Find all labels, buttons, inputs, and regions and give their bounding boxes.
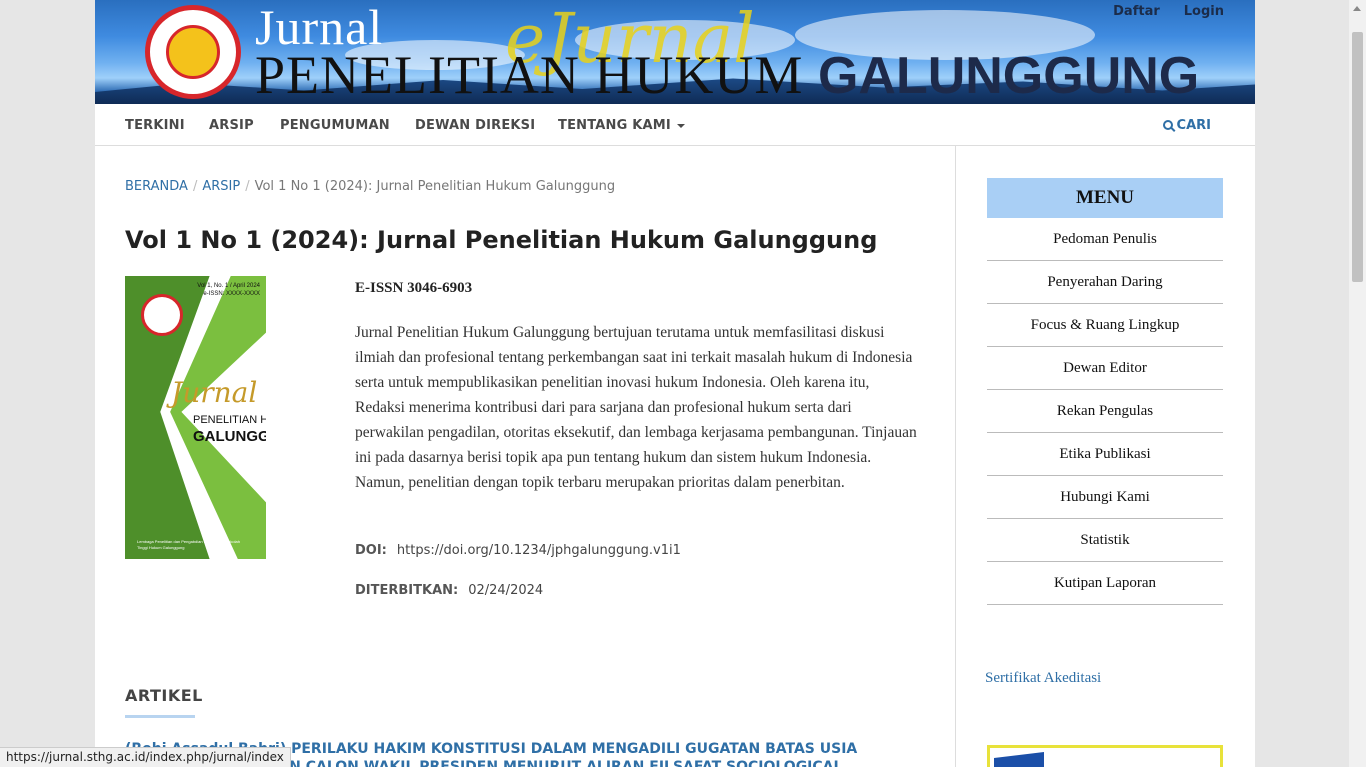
- nav-item-dewan-direksi[interactable]: DEWAN DIREKSI: [415, 118, 535, 133]
- scrollbar-thumb[interactable]: [1352, 32, 1363, 282]
- badge-graphic: [994, 752, 1044, 767]
- certificate-heading: Sertifikat Akeditasi: [985, 670, 1102, 686]
- published-row: DITERBITKAN: 02/24/2024: [355, 583, 543, 598]
- primary-nav: TERKINI ARSIP PENGUMUMAN DEWAN DIREKSI T…: [95, 104, 1255, 146]
- page: eJurnal Jurnal PENELITIAN HUKUM GALUNGGU…: [95, 0, 1255, 767]
- sidebar-item-kutipan-laporan[interactable]: Kutipan Laporan: [987, 562, 1223, 605]
- search-icon: [1162, 120, 1173, 130]
- issn-text: E-ISSN 3046-6903: [355, 280, 473, 296]
- issue-cover-image[interactable]: Vol 1, No. 1 / April 2024 e-ISSN: XXXX-X…: [125, 276, 266, 559]
- breadcrumb-separator: /: [192, 179, 198, 194]
- sidebar-menu-title: MENU: [987, 178, 1223, 218]
- sidebar-item-penyerahan-daring[interactable]: Penyerahan Daring: [987, 261, 1223, 304]
- institution-logo[interactable]: [145, 5, 241, 99]
- sidebar-item-pedoman-penulis[interactable]: Pedoman Penulis: [987, 218, 1223, 261]
- cover-logo: [141, 294, 183, 336]
- login-link[interactable]: Login: [1184, 4, 1224, 19]
- banner-title-main: PENELITIAN HUKUM GALUNGGUNG: [255, 44, 1199, 104]
- cover-publisher: Lembaga Penelitian dan Pengabdian Masyar…: [137, 539, 240, 550]
- nav-item-tentang-kami-label: TENTANG KAMI: [558, 118, 671, 133]
- published-date: 02/24/2024: [468, 583, 544, 598]
- banner-title-galunggung: GALUNGGUNG: [817, 47, 1200, 104]
- status-bar-url: https://jurnal.sthg.ac.id/index.php/jurn…: [0, 747, 291, 767]
- nav-item-pengumuman[interactable]: PENGUMUMAN: [280, 118, 390, 133]
- nav-item-tentang-kami[interactable]: TENTANG KAMI: [558, 118, 685, 133]
- scroll-up-icon[interactable]: [1353, 6, 1361, 11]
- search-button[interactable]: CARI: [1162, 118, 1211, 133]
- breadcrumb-archive[interactable]: ARSIP: [202, 179, 240, 194]
- breadcrumb-separator: /: [245, 179, 250, 194]
- published-label: DITERBITKAN:: [355, 583, 459, 598]
- cover-volume-info: Vol 1, No. 1 / April 2024 e-ISSN: XXXX-X…: [197, 282, 260, 298]
- breadcrumb-current: Vol 1 No 1 (2024): Jurnal Penelitian Huk…: [254, 179, 616, 194]
- breadcrumb-home[interactable]: BERANDA: [125, 179, 188, 194]
- scrollbar[interactable]: [1349, 0, 1366, 767]
- cover-subtitle: PENELITIAN HUKUM: [193, 414, 266, 426]
- cover-issn-line: e-ISSN: XXXX-XXXX: [203, 291, 260, 297]
- sidebar-item-rekan-pengulas[interactable]: Rekan Pengulas: [987, 390, 1223, 433]
- nav-item-terkini[interactable]: TERKINI: [125, 118, 185, 133]
- cover-name: GALUNGGUNG: [193, 428, 266, 445]
- register-link[interactable]: Daftar: [1113, 4, 1160, 19]
- doi-link[interactable]: https://doi.org/10.1234/jphgalunggung.v1…: [397, 543, 681, 558]
- banner-title-main-text: PENELITIAN HUKUM: [255, 45, 804, 104]
- page-title: Vol 1 No 1 (2024): Jurnal Penelitian Huk…: [125, 226, 878, 254]
- doi-row: DOI: https://doi.org/10.1234/jphgalunggun…: [355, 543, 681, 558]
- sidebar-item-focus-ruang-lingkup[interactable]: Focus & Ruang Lingkup: [987, 304, 1223, 347]
- issue-description: Jurnal Penelitian Hukum Galunggung bertu…: [355, 324, 917, 491]
- breadcrumb: BERANDA / ARSIP / Vol 1 No 1 (2024): Jurnal …: [125, 179, 615, 194]
- articles-heading: ARTIKEL: [125, 686, 203, 705]
- cover-volume-line: Vol 1, No. 1 / April 2024: [197, 283, 260, 289]
- nav-item-arsip[interactable]: ARSIP: [209, 118, 254, 133]
- user-nav: Daftar Login: [1113, 4, 1224, 19]
- sidebar-item-dewan-editor[interactable]: Dewan Editor: [987, 347, 1223, 390]
- accreditation-badge[interactable]: [987, 745, 1223, 767]
- sidebar-item-hubungi-kami[interactable]: Hubungi Kami: [987, 476, 1223, 519]
- cover-script-title: Jurnal: [171, 376, 258, 409]
- logo-emblem: [166, 25, 220, 79]
- caret-down-icon: [676, 123, 685, 128]
- sidebar-menu: Pedoman Penulis Penyerahan Daring Focus …: [987, 218, 1223, 605]
- search-label: CARI: [1176, 118, 1211, 133]
- sidebar-item-statistik[interactable]: Statistik: [987, 519, 1223, 562]
- articles-heading-underline: [125, 715, 195, 718]
- sidebar-divider: [955, 146, 956, 767]
- sidebar-item-etika-publikasi[interactable]: Etika Publikasi: [987, 433, 1223, 476]
- header-banner[interactable]: eJurnal Jurnal PENELITIAN HUKUM GALUNGGU…: [95, 0, 1255, 104]
- doi-label: DOI:: [355, 543, 387, 558]
